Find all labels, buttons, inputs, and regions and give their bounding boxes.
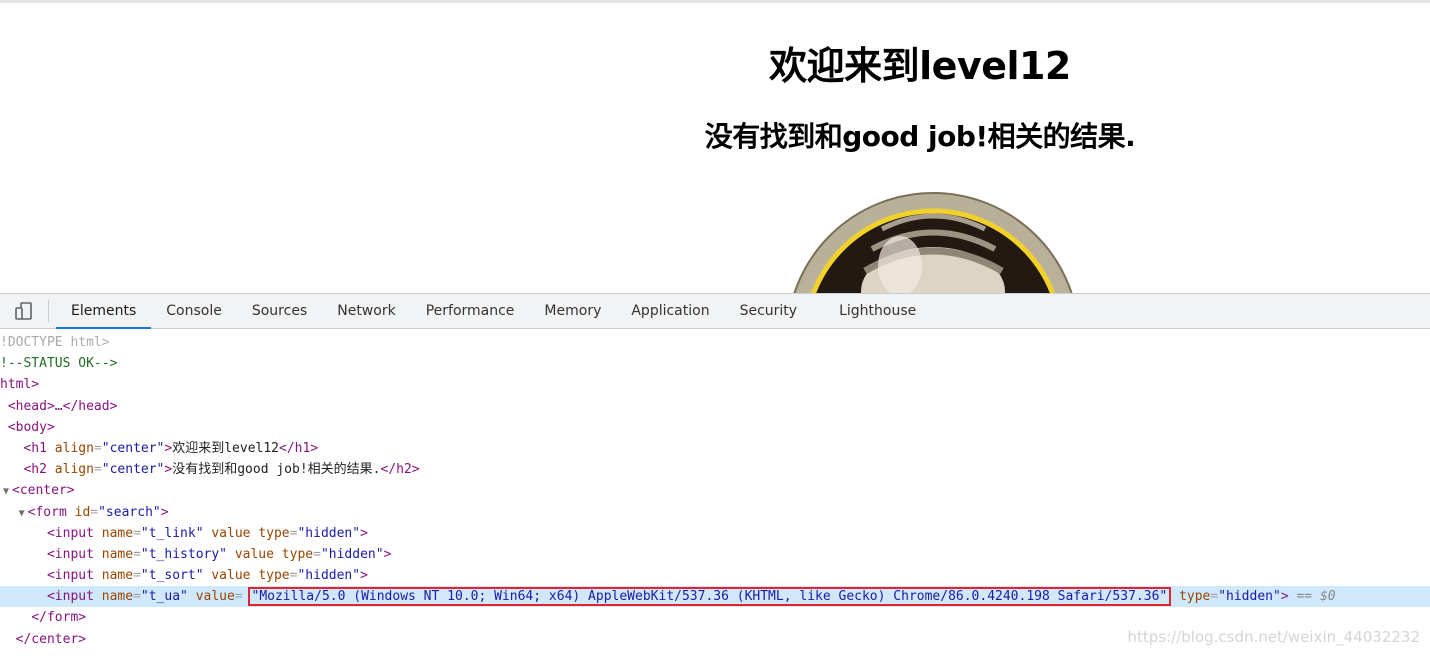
input-type-value: "hidden" [297,568,361,584]
h2-text: 没有找到和good job!相关的结果. [172,462,381,478]
expand-arrow-icon[interactable]: ▼ [0,481,12,502]
dom-head[interactable]: <head>…</head> [0,396,1430,417]
page-subheading: 没有找到和good job!相关的结果. [704,120,1136,153]
tab-lighthouse[interactable]: Lighthouse [824,294,931,328]
page-viewport: 欢迎来到level12 没有找到和good job!相关的结果. [0,0,1430,293]
input-type-value: "hidden" [1218,589,1281,605]
doctype-text: !DOCTYPE html> [0,335,110,350]
ua-value-highlight: "Mozilla/5.0 (Windows NT 10.0; Win64; x6… [247,587,1172,607]
tab-security[interactable]: Security [725,294,813,328]
level-image [793,192,1073,293]
tab-sources[interactable]: Sources [237,294,322,328]
dom-body[interactable]: <body> [0,417,1430,438]
center-tag-close: </center> [15,631,87,647]
h1-attr-name: align [54,440,94,456]
h2-attr-value: "center" [101,462,165,478]
dom-center[interactable]: ▼ <center> [0,480,1430,501]
dom-input-t-sort[interactable]: <input name="t_sort" value type="hidden"… [0,565,1430,586]
dom-form[interactable]: ▼ <form id="search"> [0,502,1430,523]
h1-text: 欢迎来到level12 [172,440,280,456]
toolbar-separator [48,300,49,322]
elements-dom-tree: !DOCTYPE html> !--STATUS OK--> html> <he… [0,332,1430,650]
comment-text: !--STATUS OK--> [0,356,118,372]
input-name-value: "t_history" [140,546,227,562]
h2-tag-close: </h2> [380,462,420,478]
center-tag-open: <center> [12,483,75,499]
dom-doctype[interactable]: !DOCTYPE html> [0,332,1430,353]
input-name-value: "t_link" [140,525,204,541]
device-toolbar-icon[interactable] [0,294,48,328]
dom-input-t-link[interactable]: <input name="t_link" value type="hidden"… [0,523,1430,544]
selected-marker: == $0 [1296,589,1336,605]
input-type-value: "hidden" [297,525,361,541]
dom-input-t-ua[interactable]: <input name="t_ua" value= "Mozilla/5.0 (… [0,586,1430,608]
tab-network[interactable]: Network [322,294,410,328]
h2-tag-open: <h2 [23,462,47,478]
html-tag: html> [0,377,40,393]
devtools-panel: Elements Console Sources Network Perform… [0,293,1430,656]
form-tag-close: </form> [31,610,87,626]
dom-input-t-history[interactable]: <input name="t_history" value type="hidd… [0,544,1430,565]
page-heading: 欢迎来到level12 [769,44,1071,88]
tab-memory[interactable]: Memory [529,294,616,328]
expand-arrow-icon[interactable]: ▼ [16,503,28,524]
h1-attr-value: "center" [101,440,165,456]
body-tag: <body> [7,419,55,435]
h2-attr-name: align [54,462,94,478]
form-tag-open: <form [27,504,67,520]
tab-elements[interactable]: Elements [56,294,152,329]
tab-performance[interactable]: Performance [411,294,530,328]
tab-console[interactable]: Console [151,294,237,328]
dom-form-close[interactable]: </form> [0,607,1430,628]
tab-application[interactable]: Application [616,294,724,328]
dom-h2[interactable]: <h2 align="center">没有找到和good job!相关的结果.<… [0,459,1430,480]
dom-h1[interactable]: <h1 align="center">欢迎来到level12</h1> [0,438,1430,459]
watermark: https://blog.csdn.net/weixin_44032232 [1127,628,1420,646]
form-attr-name: id [74,504,91,520]
dom-comment[interactable]: !--STATUS OK--> [0,353,1430,374]
h1-tag-close: </h1> [279,440,319,456]
dom-html[interactable]: html> [0,374,1430,395]
h1-tag-open: <h1 [23,440,47,456]
devtools-toolbar: Elements Console Sources Network Perform… [0,294,1430,329]
head-tag: <head>…</head> [7,398,118,414]
form-attr-value: "search" [98,504,161,520]
input-name-value: "t_sort" [140,568,204,584]
input-type-value: "hidden" [320,546,384,562]
input-name-value: "t_ua" [140,589,188,605]
